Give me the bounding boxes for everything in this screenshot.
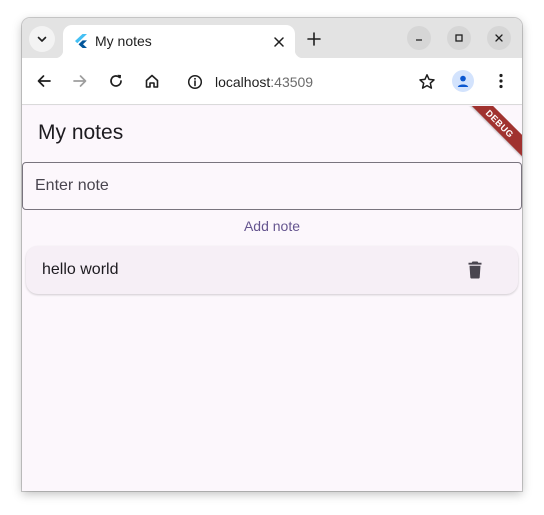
home-button[interactable]	[142, 71, 162, 91]
close-icon	[274, 37, 284, 47]
tab-title: My notes	[95, 33, 152, 49]
maximize-icon	[455, 34, 463, 42]
delete-button[interactable]	[464, 259, 486, 281]
more-vert-icon	[499, 73, 503, 89]
url-text[interactable]: localhost:43509	[215, 74, 313, 90]
close-icon	[495, 34, 503, 42]
tab-strip: My notes	[22, 18, 522, 58]
reload-button[interactable]	[106, 71, 126, 91]
note-input[interactable]: Enter note	[22, 162, 522, 210]
minimize-button[interactable]	[407, 26, 431, 50]
arrow-right-icon	[73, 75, 87, 87]
bookmark-star-icon[interactable]	[418, 73, 436, 91]
arrow-left-icon	[37, 75, 51, 87]
person-icon	[457, 75, 469, 87]
forward-button[interactable]	[70, 71, 90, 91]
tab-my-notes[interactable]: My notes	[55, 25, 303, 58]
delete-icon	[468, 261, 482, 279]
tab-close-button[interactable]	[271, 34, 287, 50]
note-text: hello world	[42, 261, 119, 278]
page-title: My notes	[38, 121, 124, 144]
chevron-down-icon	[37, 36, 47, 42]
profile-button[interactable]	[452, 70, 474, 92]
new-tab-button[interactable]	[303, 28, 325, 50]
maximize-button[interactable]	[447, 26, 471, 50]
app-content: My notes DEBUG Enter note Add note hello…	[22, 106, 522, 491]
debug-banner: DEBUG	[460, 106, 522, 163]
add-note-button[interactable]: Add note	[232, 214, 312, 238]
back-button[interactable]	[34, 71, 54, 91]
list-item: hello world	[26, 246, 518, 294]
plus-icon	[307, 32, 321, 46]
browser-window: My notes localhost:43509 My notes DEBUG …	[22, 18, 522, 491]
home-icon	[145, 74, 159, 88]
url-host: localhost	[215, 74, 271, 90]
address-bar[interactable]: localhost:43509	[178, 65, 440, 99]
close-window-button[interactable]	[487, 26, 511, 50]
minimize-icon	[416, 39, 422, 41]
url-port: :43509	[270, 74, 314, 90]
flutter-icon	[75, 34, 87, 48]
browser-menu-button[interactable]	[491, 71, 511, 91]
tab-search-button[interactable]	[29, 26, 55, 52]
browser-toolbar: localhost:43509	[22, 58, 522, 105]
reload-icon	[110, 74, 122, 87]
note-input-placeholder: Enter note	[35, 177, 109, 194]
info-icon[interactable]	[187, 74, 203, 90]
